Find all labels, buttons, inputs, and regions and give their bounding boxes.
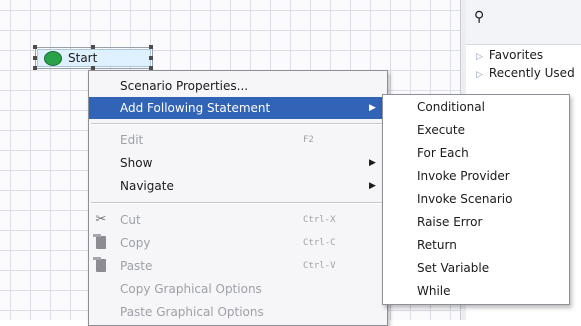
submenu-item-label: Execute xyxy=(417,123,465,137)
resize-handle[interactable] xyxy=(33,66,37,70)
submenu-item-execute[interactable]: Execute xyxy=(383,119,569,142)
resize-handle[interactable] xyxy=(33,45,37,49)
copy-icon xyxy=(93,234,109,251)
submenu-item-label: For Each xyxy=(417,146,469,160)
expand-triangle-icon[interactable]: ▷ xyxy=(476,52,483,62)
submenu-arrow-icon: ▶ xyxy=(369,103,376,113)
menu-item-add-following-statement[interactable]: Add Following Statement ▶ xyxy=(89,97,387,119)
submenu-item-label: Return xyxy=(417,238,457,252)
palette-list: ▷ Favorites ▷ Recently Used xyxy=(466,46,581,82)
palette-item-label: Favorites xyxy=(488,48,544,62)
menu-item-shortcut: F2 xyxy=(303,135,314,145)
menu-item-cut[interactable]: ✂ Cut Ctrl-X xyxy=(89,209,387,231)
menu-item-shortcut: Ctrl-X xyxy=(303,215,336,225)
menu-item-label: Edit xyxy=(120,133,144,147)
menu-item-label: Add Following Statement xyxy=(120,101,271,115)
menu-item-label: Scenario Properties... xyxy=(120,79,249,93)
start-circle-icon xyxy=(44,51,62,66)
start-node[interactable]: Start xyxy=(37,49,151,67)
submenu-item-while[interactable]: While xyxy=(383,280,569,303)
menu-item-label: Copy Graphical Options xyxy=(120,282,262,296)
menu-item-label: Copy xyxy=(120,236,151,250)
submenu-item-invoke-provider[interactable]: Invoke Provider xyxy=(383,165,569,188)
submenu-item-set-variable[interactable]: Set Variable xyxy=(383,257,569,280)
menu-item-scenario-properties[interactable]: Scenario Properties... xyxy=(89,75,387,97)
menu-item-paste[interactable]: Paste Ctrl-V xyxy=(89,255,387,277)
submenu-item-for-each[interactable]: For Each xyxy=(383,142,569,165)
statement-submenu: Conditional Execute For Each Invoke Prov… xyxy=(382,94,570,305)
node-label: Start xyxy=(68,51,98,65)
resize-handle[interactable] xyxy=(91,45,95,49)
submenu-item-label: While xyxy=(417,284,451,298)
context-menu: Scenario Properties... Add Following Sta… xyxy=(88,70,388,326)
palette-item-favorites[interactable]: ▷ Favorites xyxy=(466,46,581,64)
menu-separator xyxy=(91,202,383,204)
menu-item-edit[interactable]: Edit F2 xyxy=(89,129,387,151)
paste-icon xyxy=(93,257,109,274)
submenu-item-label: Set Variable xyxy=(417,261,490,275)
menu-separator xyxy=(91,123,383,125)
menu-item-shortcut: Ctrl-C xyxy=(303,238,336,248)
submenu-item-invoke-scenario[interactable]: Invoke Scenario xyxy=(383,188,569,211)
scissors-icon: ✂ xyxy=(95,212,107,227)
menu-item-label: Paste xyxy=(120,259,153,273)
submenu-item-raise-error[interactable]: Raise Error xyxy=(383,211,569,234)
submenu-item-return[interactable]: Return xyxy=(383,234,569,257)
binoculars-icon[interactable]: ⚲ xyxy=(474,10,484,24)
menu-item-shortcut: Ctrl-V xyxy=(303,261,336,271)
menu-item-show[interactable]: Show ▶ xyxy=(89,152,387,174)
submenu-item-label: Invoke Scenario xyxy=(417,192,513,206)
palette-toolbar: ⚲ xyxy=(466,0,581,45)
submenu-arrow-icon: ▶ xyxy=(369,158,376,168)
submenu-item-conditional[interactable]: Conditional xyxy=(383,96,569,119)
menu-item-label: Show xyxy=(120,156,153,170)
resize-handle[interactable] xyxy=(149,56,153,60)
expand-triangle-icon[interactable]: ▷ xyxy=(476,70,483,80)
menu-item-copy-graphical-options[interactable]: Copy Graphical Options xyxy=(89,278,387,300)
submenu-item-label: Invoke Provider xyxy=(417,169,510,183)
menu-item-label: Cut xyxy=(120,213,141,227)
palette-item-recently-used[interactable]: ▷ Recently Used xyxy=(466,64,581,82)
submenu-item-label: Conditional xyxy=(417,100,485,114)
menu-item-label: Navigate xyxy=(120,179,174,193)
menu-item-navigate[interactable]: Navigate ▶ xyxy=(89,175,387,197)
submenu-item-label: Raise Error xyxy=(417,215,483,229)
submenu-arrow-icon: ▶ xyxy=(369,181,376,191)
resize-handle[interactable] xyxy=(149,45,153,49)
palette-item-label: Recently Used xyxy=(488,66,575,80)
menu-item-copy[interactable]: Copy Ctrl-C xyxy=(89,232,387,254)
resize-handle[interactable] xyxy=(33,56,37,60)
